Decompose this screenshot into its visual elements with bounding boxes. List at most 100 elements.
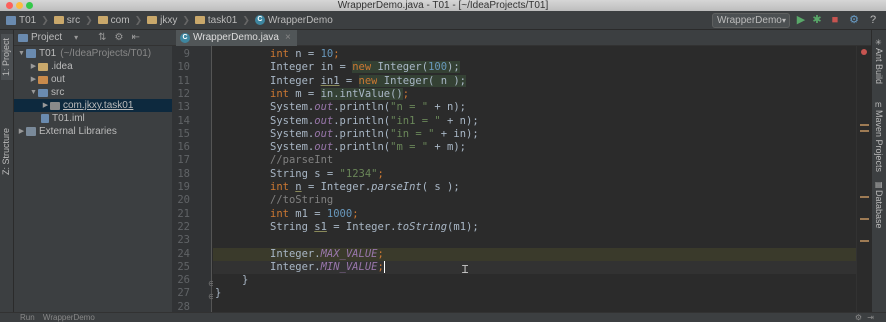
maven-icon: m xyxy=(875,100,882,109)
run-configuration-select[interactable]: WrapperDemo ▾ xyxy=(712,13,790,28)
close-tab-icon[interactable]: × xyxy=(285,30,291,46)
tree-node-project-root[interactable]: ▼ T01 (~/IdeaProjects/T01) xyxy=(14,47,172,60)
line-number: 25 xyxy=(177,260,190,273)
source-folder-icon xyxy=(38,88,48,97)
gear-icon[interactable]: ⚙ xyxy=(115,32,124,43)
line-number: 12 xyxy=(177,87,190,100)
hide-panel-icon[interactable]: ⇤ xyxy=(132,32,140,43)
code-line-25-current: Integer.MIN_VALUE; xyxy=(213,260,856,275)
code-line-18: String s = "1234"; xyxy=(270,167,384,180)
run-icon[interactable]: ▶ xyxy=(794,13,808,27)
tree-node-out[interactable]: ▶ out xyxy=(14,73,172,86)
window-titlebar: WrapperDemo.java - T01 - [~/IdeaProjects… xyxy=(0,0,886,11)
minimize-window-button[interactable] xyxy=(16,2,23,9)
window-title: WrapperDemo.java - T01 - [~/IdeaProjects… xyxy=(337,0,549,11)
code-line-16: System.out.println("m = " + m); xyxy=(270,141,467,154)
code-editor[interactable]: int n = 10; Integer in = new Integer(100… xyxy=(213,46,856,312)
warning-marker[interactable] xyxy=(860,124,869,126)
expand-arrow-icon[interactable]: ▶ xyxy=(29,60,38,73)
breadcrumb-separator: ❯ xyxy=(41,14,49,25)
folder-icon xyxy=(53,16,64,24)
help-icon[interactable]: ? xyxy=(866,13,880,27)
expand-arrow-icon[interactable]: ▶ xyxy=(29,73,38,86)
tree-node-external-libraries[interactable]: ▶ External Libraries xyxy=(14,125,172,138)
warning-marker[interactable] xyxy=(860,130,869,132)
line-number: 18 xyxy=(177,167,190,180)
chevron-down-icon: ▾ xyxy=(781,16,786,25)
breadcrumb-jkxy[interactable]: jkxy xyxy=(145,11,179,30)
chevron-down-icon[interactable]: ▾ xyxy=(74,33,78,42)
folder-icon xyxy=(38,75,48,84)
project-view-select[interactable]: Project xyxy=(31,32,62,43)
breadcrumb-separator: ❯ xyxy=(134,14,143,25)
run-tab-label[interactable]: Run xyxy=(20,313,35,322)
inspection-status-icon[interactable] xyxy=(861,49,867,55)
breadcrumb-class[interactable]: C WrapperDemo xyxy=(253,11,335,30)
expand-arrow-icon[interactable]: ▶ xyxy=(41,99,50,112)
project-view-icon xyxy=(18,33,28,42)
code-line-13: System.out.println("n = " + n); xyxy=(270,101,467,114)
code-line-12: int m = in.intValue(); xyxy=(270,87,410,100)
hide-panel-icon[interactable]: ⇥ xyxy=(867,313,874,322)
tab-wrapperdemo-java[interactable]: C WrapperDemo.java × xyxy=(176,30,297,46)
line-number: 16 xyxy=(177,141,190,154)
code-line-17: //parseInt xyxy=(270,154,334,167)
expand-arrow-icon[interactable]: ▼ xyxy=(17,47,26,60)
code-line-26: } xyxy=(242,274,249,287)
tab-maven-projects[interactable]: Maven Projects xyxy=(874,110,884,172)
code-line-14: System.out.println("in1 = " + n); xyxy=(270,114,479,127)
class-icon: C xyxy=(180,33,190,43)
expand-arrow-icon[interactable]: ▼ xyxy=(29,86,38,99)
code-line-19: int n = Integer.parseInt( s ); xyxy=(270,181,460,193)
tab-ant-build[interactable]: Ant Build xyxy=(874,48,884,84)
expand-arrow-icon[interactable]: ▶ xyxy=(17,125,26,138)
breadcrumb-src[interactable]: src xyxy=(52,11,82,30)
run-target-label[interactable]: WrapperDemo xyxy=(43,313,95,322)
breadcrumb-com[interactable]: com xyxy=(96,11,132,30)
sdk-settings-icon[interactable]: ⚙ xyxy=(847,13,861,27)
code-line-27: } xyxy=(215,287,222,300)
code-line-9: int n = 10; xyxy=(270,48,340,60)
warning-marker[interactable] xyxy=(860,218,869,220)
collapse-all-icon[interactable]: ⇅ xyxy=(98,32,106,43)
database-icon: ▤ xyxy=(875,180,883,189)
line-number: 23 xyxy=(177,234,190,247)
close-window-button[interactable] xyxy=(6,2,13,9)
line-number: 21 xyxy=(177,207,190,220)
line-number: 19 xyxy=(177,181,190,193)
tree-node-src[interactable]: ▼ src xyxy=(14,86,172,99)
code-line-20: //toString xyxy=(270,194,334,207)
left-tool-strip: 1: Project Z: Structure xyxy=(0,30,14,312)
tree-node-idea[interactable]: ▶ .idea xyxy=(14,60,172,73)
project-panel-header: Project ▾ ⇅ ⚙ ⇤ xyxy=(14,30,172,46)
tab-structure[interactable]: Z: Structure xyxy=(1,126,13,176)
warning-marker[interactable] xyxy=(860,196,869,198)
breadcrumb-task01[interactable]: task01 xyxy=(193,11,239,30)
stop-icon[interactable]: ■ xyxy=(828,13,842,27)
breadcrumb-separator: ❯ xyxy=(85,14,93,25)
warning-marker[interactable] xyxy=(860,240,869,242)
folder-icon xyxy=(194,16,205,24)
breadcrumb-separator: ❯ xyxy=(182,14,190,25)
line-number: 22 xyxy=(177,220,190,233)
folder-icon xyxy=(147,16,158,24)
tab-database[interactable]: Database xyxy=(874,190,884,229)
module-icon xyxy=(6,15,16,25)
tree-node-iml-file[interactable]: T01.iml xyxy=(14,112,172,125)
package-icon xyxy=(50,101,60,110)
zoom-window-button[interactable] xyxy=(26,2,33,9)
gear-icon[interactable]: ⚙ xyxy=(855,313,862,322)
editor-tab-bar: C WrapperDemo.java × xyxy=(172,30,871,46)
right-tool-strip: ✳ Ant Build m Maven Projects ▤ Database xyxy=(871,30,886,312)
tab-project[interactable]: 1: Project xyxy=(1,34,13,80)
code-line-15: System.out.println("in = " + in); xyxy=(270,127,479,140)
library-icon xyxy=(26,127,36,136)
debug-icon[interactable]: ✱ xyxy=(810,13,824,27)
run-tool-bar: Run WrapperDemo ⚙ ⇥ xyxy=(0,312,886,322)
breadcrumb-project[interactable]: T01 xyxy=(4,11,38,30)
line-number: 15 xyxy=(177,127,190,140)
line-number: 24 xyxy=(177,247,190,260)
tree-node-package-selected[interactable]: ▶ com.jkxy.task01 xyxy=(14,99,172,112)
error-stripe[interactable] xyxy=(856,46,871,312)
